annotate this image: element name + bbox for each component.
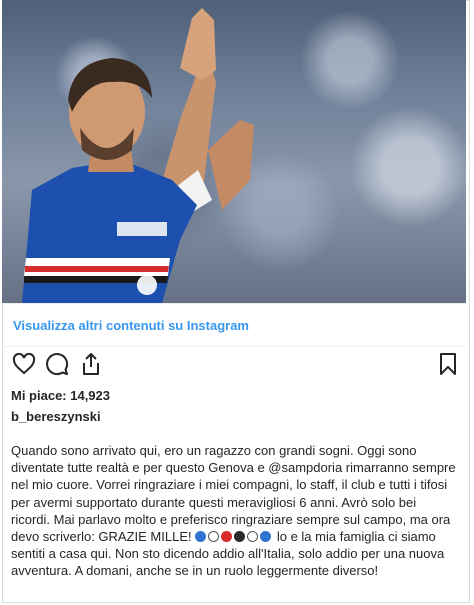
circle-emoji-icon [260,531,272,543]
view-more-row: Visualizza altri contenuti su Instagram [2,303,466,347]
share-icon[interactable] [79,352,105,378]
circle-emoji-icon [195,531,207,543]
circle-emoji-row [195,529,273,544]
view-more-on-instagram-link[interactable]: Visualizza altri contenuti su Instagram [13,318,249,333]
circle-emoji-icon [234,531,246,543]
post-photo[interactable] [2,0,466,303]
comment-icon[interactable] [45,352,71,378]
likes-count[interactable]: Mi piace: 14,923 [11,388,110,403]
post-caption: Quando sono arrivato qui, ero un ragazzo… [11,442,457,580]
bookmark-icon[interactable] [436,352,462,378]
post-actions [12,352,462,380]
circle-emoji-icon [208,531,220,543]
username[interactable]: b_bereszynski [11,409,101,424]
circle-emoji-icon [247,531,259,543]
player-illustration [22,8,254,303]
heart-icon[interactable] [12,352,38,378]
circle-emoji-icon [221,531,233,543]
